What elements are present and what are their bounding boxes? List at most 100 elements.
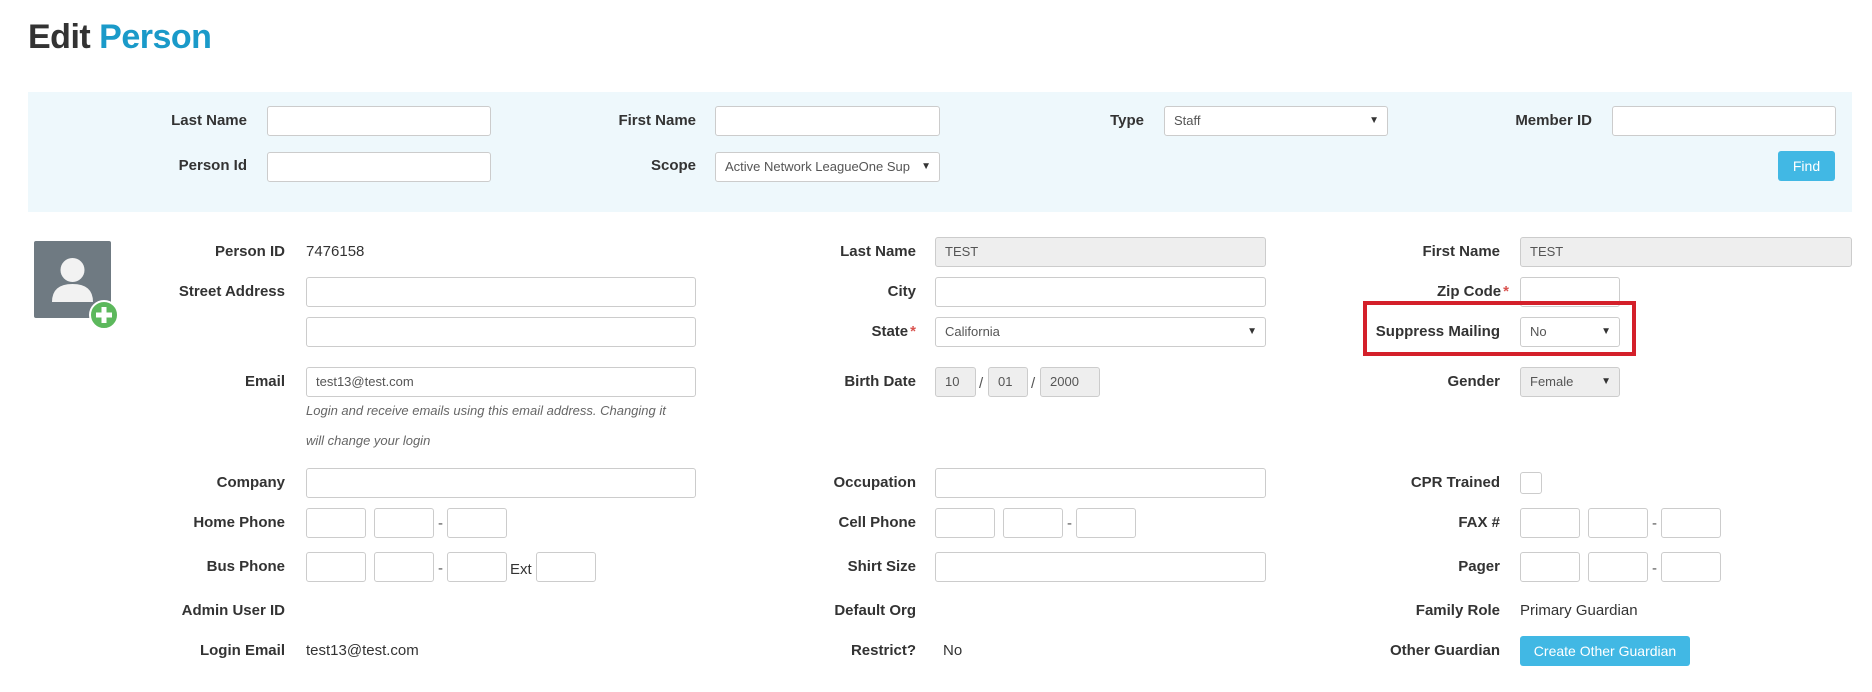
pager-label: Pager [1458, 558, 1500, 575]
bus-phone-line-input[interactable] [447, 552, 507, 582]
state-label: State * [780, 323, 916, 340]
ext-label: Ext [510, 561, 532, 578]
search-first-name-label: First Name [618, 112, 696, 129]
home-phone-area-input[interactable] [306, 508, 366, 538]
email-help-text-line2: will change your login [306, 433, 431, 448]
other-guardian-label: Other Guardian [1389, 642, 1500, 659]
bus-phone-area-input[interactable] [306, 552, 366, 582]
cpr-trained-label: CPR Trained [1410, 474, 1500, 491]
family-role-value: Primary Guardian [1520, 602, 1638, 619]
pager-dash: - [1652, 560, 1657, 577]
plus-circle-icon[interactable] [89, 300, 119, 330]
birth-year-input[interactable]: 2000 [1040, 367, 1100, 397]
fax-dash: - [1652, 515, 1657, 532]
search-last-name-input[interactable] [267, 106, 491, 136]
suppress-mailing-value: No [1530, 324, 1547, 339]
pager-line-input[interactable] [1661, 552, 1721, 582]
email-help-text-line1: Login and receive emails using this emai… [306, 403, 666, 418]
search-person-id-input[interactable] [267, 152, 491, 182]
occupation-input[interactable] [935, 468, 1266, 498]
cell-phone-area-input[interactable] [935, 508, 995, 538]
search-first-name-input[interactable] [715, 106, 940, 136]
bus-phone-prefix-input[interactable] [374, 552, 434, 582]
shirt-size-label: Shirt Size [847, 558, 916, 575]
gender-value: Female [1530, 374, 1574, 389]
cell-phone-label: Cell Phone [838, 514, 916, 531]
birth-day-input[interactable]: 01 [988, 367, 1028, 397]
state-value: California [945, 324, 1000, 339]
home-phone-label: Home Phone [193, 514, 285, 531]
person-id-value: 7476158 [306, 243, 365, 260]
fax-area-input[interactable] [1520, 508, 1580, 538]
family-role-label: Family Role [1415, 602, 1500, 619]
state-label-text: State [871, 323, 909, 340]
city-label: City [887, 283, 916, 300]
birth-date-sep-2: / [1031, 375, 1036, 392]
login-email-value: test13@test.com [306, 642, 419, 659]
last-name-label: Last Name [840, 243, 916, 260]
cpr-trained-checkbox[interactable] [1520, 472, 1542, 494]
gender-select[interactable]: Female ▼ [1520, 367, 1620, 397]
suppress-mailing-label: Suppress Mailing [1375, 323, 1500, 340]
email-input[interactable]: test13@test.com [306, 367, 696, 397]
zip-code-label: Zip Code * [1350, 283, 1509, 300]
search-person-id-label: Person Id [178, 157, 247, 174]
pager-prefix-input[interactable] [1588, 552, 1648, 582]
caret-down-icon: ▼ [1601, 326, 1611, 337]
cell-phone-dash: - [1067, 515, 1072, 532]
cell-phone-line-input[interactable] [1076, 508, 1136, 538]
pager-area-input[interactable] [1520, 552, 1580, 582]
home-phone-line-input[interactable] [447, 508, 507, 538]
person-id-label: Person ID [214, 243, 285, 260]
search-scope-label: Scope [650, 157, 696, 174]
search-scope-value: Active Network LeagueOne Sup [725, 159, 910, 174]
search-type-label: Type [1110, 112, 1144, 129]
search-type-select[interactable]: Staff ▼ [1164, 106, 1388, 136]
birth-month-input[interactable]: 10 [935, 367, 976, 397]
bus-phone-label: Bus Phone [206, 558, 285, 575]
bus-phone-dash: - [438, 560, 443, 577]
create-other-guardian-button[interactable]: Create Other Guardian [1520, 636, 1690, 666]
street-address-line2-input[interactable] [306, 317, 696, 347]
home-phone-dash: - [438, 515, 443, 532]
zip-code-label-text: Zip Code [1436, 283, 1502, 300]
gender-label: Gender [1447, 373, 1500, 390]
page-title-edit: Edit [28, 18, 91, 56]
search-type-value: Staff [1174, 113, 1201, 128]
restrict-label: Restrict? [850, 642, 916, 659]
search-member-id-input[interactable] [1612, 106, 1836, 136]
street-address-label: Street Address [178, 283, 285, 300]
find-button[interactable]: Find [1778, 151, 1835, 181]
page-title-person: Person [99, 18, 212, 56]
caret-down-icon: ▼ [1247, 326, 1257, 337]
fax-line-input[interactable] [1661, 508, 1721, 538]
first-name-label: First Name [1422, 243, 1500, 260]
login-email-label: Login Email [199, 642, 285, 659]
fax-prefix-input[interactable] [1588, 508, 1648, 538]
search-scope-select[interactable]: Active Network LeagueOne Sup ▼ [715, 152, 940, 182]
street-address-line1-input[interactable] [306, 277, 696, 307]
company-input[interactable] [306, 468, 696, 498]
city-input[interactable] [935, 277, 1266, 307]
restrict-value: No [943, 642, 963, 659]
fax-label: FAX # [1458, 514, 1500, 531]
last-name-input[interactable]: TEST [935, 237, 1266, 267]
home-phone-prefix-input[interactable] [374, 508, 434, 538]
state-select[interactable]: California ▼ [935, 317, 1266, 347]
page-title: Edit Person [28, 18, 212, 57]
default-org-label: Default Org [834, 602, 916, 619]
suppress-mailing-select[interactable]: No ▼ [1520, 317, 1620, 347]
caret-down-icon: ▼ [1601, 376, 1611, 387]
search-member-id-label: Member ID [1515, 112, 1592, 129]
first-name-input[interactable]: TEST [1520, 237, 1852, 267]
company-label: Company [216, 474, 285, 491]
cell-phone-prefix-input[interactable] [1003, 508, 1063, 538]
birth-date-label: Birth Date [844, 373, 916, 390]
occupation-label: Occupation [833, 474, 916, 491]
shirt-size-input[interactable] [935, 552, 1266, 582]
caret-down-icon: ▼ [1369, 115, 1379, 126]
bus-phone-ext-input[interactable] [536, 552, 596, 582]
search-last-name-label: Last Name [171, 112, 247, 129]
zip-code-required-mark: * [1503, 283, 1509, 300]
admin-user-id-label: Admin User ID [181, 602, 285, 619]
